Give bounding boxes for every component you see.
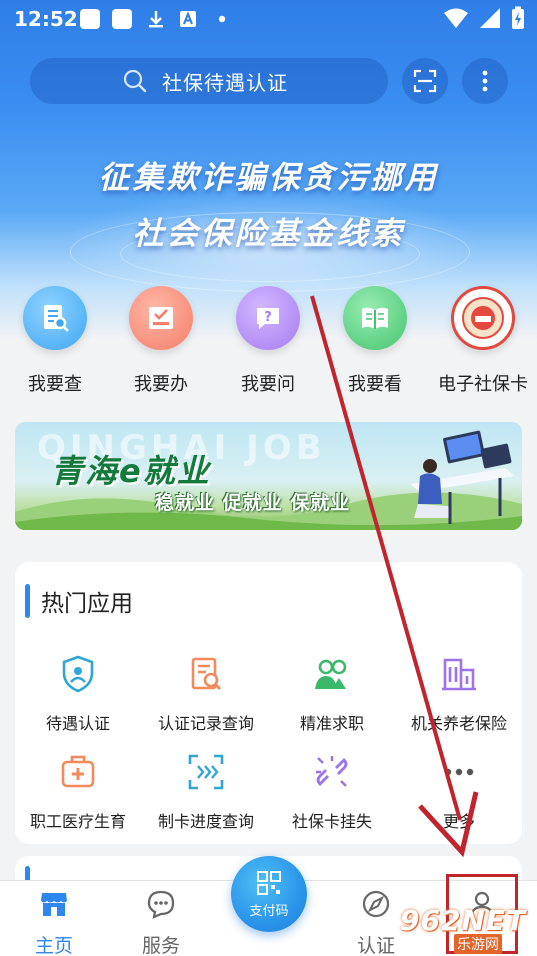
quick-action-label: 我要看: [348, 374, 402, 395]
watermark-logo: 962NET: [400, 904, 527, 937]
nav-services[interactable]: 服务: [121, 889, 201, 956]
site-watermark: 962NET 乐游网: [398, 904, 536, 954]
search-placeholder: 社保待遇认证: [162, 70, 288, 95]
more-dots-icon: [444, 768, 474, 776]
medical-kit-icon: [61, 755, 95, 788]
section-accent-bar: [25, 584, 30, 618]
quick-action-view[interactable]: 我要看: [320, 286, 430, 396]
app-medical-maternity[interactable]: 职工医疗生育: [13, 752, 143, 832]
app-card-progress-query[interactable]: 制卡进度查询: [141, 752, 271, 832]
app-label: 机关养老保险: [410, 714, 507, 733]
app-more[interactable]: 更多: [394, 752, 524, 832]
app-label: 认证记录查询: [157, 714, 254, 733]
signal-icon: [480, 8, 500, 28]
app-label: 制卡进度查询: [157, 812, 254, 831]
quick-action-label: 电子社保卡: [438, 374, 528, 395]
section-title: 热门应用: [41, 591, 133, 617]
status-right: [443, 6, 525, 30]
chat-bubble-icon: [147, 890, 175, 919]
quick-action-ecard[interactable]: 电子社保卡: [428, 286, 537, 396]
vertical-dots-icon: [482, 70, 488, 92]
quick-action-label: 我要问: [241, 374, 295, 395]
search-input[interactable]: 社保待遇认证: [30, 58, 388, 104]
app-label: 更多: [442, 812, 475, 831]
broken-link-icon: [316, 756, 348, 787]
pay-code-label: 支付码: [249, 904, 289, 919]
app-label: 精准求职: [299, 714, 364, 733]
battery-charging-icon: [512, 6, 524, 29]
building-icon: [442, 658, 476, 691]
app-job-seeking[interactable]: 精准求职: [267, 654, 397, 734]
document-search-icon: [23, 286, 87, 350]
app-label: 待遇认证: [45, 714, 110, 733]
checklist-icon: [129, 286, 193, 350]
record-search-icon: [191, 657, 221, 690]
notification-app-icon: [112, 9, 132, 29]
notification-app-icon: [80, 9, 100, 29]
dot-icon: [218, 15, 226, 23]
quick-action-label: 我要查: [28, 374, 82, 395]
nav-home[interactable]: 主页: [14, 889, 94, 956]
compass-icon: [362, 890, 390, 918]
scan-icon: [413, 69, 437, 93]
quick-actions: 我要查 我要办 ? 我要问 我要看 电子社保卡: [0, 286, 537, 396]
watermark-subtitle: 乐游网: [454, 934, 502, 954]
status-bar: 12:52: [0, 0, 537, 38]
app-label: 社保卡挂失: [291, 812, 372, 831]
shield-user-icon: [62, 655, 94, 693]
scan-progress-icon: [188, 754, 224, 790]
job-banner-subtitle: 稳就业 促就业 保就业: [155, 492, 351, 514]
pay-code-button[interactable]: 支付码: [231, 856, 307, 932]
open-book-icon: [343, 286, 407, 350]
quick-action-label: 我要办: [134, 374, 188, 395]
banner-headline-2: 社会保险基金线索: [132, 216, 405, 252]
svg-text:?: ?: [264, 310, 272, 325]
quick-action-query[interactable]: 我要查: [0, 286, 110, 396]
search-icon: [123, 69, 147, 93]
nav-label: 服务: [141, 935, 180, 956]
person-at-desk-illustration: [410, 430, 515, 524]
app-card-report-loss[interactable]: 社保卡挂失: [267, 752, 397, 832]
banner-headline-1: 征集欺诈骗保贪污挪用: [98, 160, 439, 196]
people-icon: [315, 659, 347, 689]
qr-code-icon: [257, 871, 281, 895]
hot-apps-card: 热门应用 待遇认证 认证记录查询 精准求职 机关养老保险 职工医疗生育 制卡进度…: [15, 562, 522, 844]
chat-question-icon: ?: [236, 286, 300, 350]
quick-action-handle[interactable]: 我要办: [106, 286, 216, 396]
scan-button[interactable]: [402, 58, 448, 104]
wifi-icon: [444, 8, 468, 28]
more-menu-button[interactable]: [462, 58, 508, 104]
store-home-icon: [41, 893, 67, 916]
social-security-emblem-icon: [451, 286, 515, 350]
job-banner-title: 青海e就业: [51, 452, 211, 490]
app-auth-record-query[interactable]: 认证记录查询: [141, 654, 271, 734]
quick-action-ask[interactable]: ? 我要问: [213, 286, 323, 396]
app-benefit-auth[interactable]: 待遇认证: [13, 654, 143, 734]
download-icon: [149, 11, 163, 28]
nav-label: 主页: [34, 935, 73, 956]
font-a-icon: [180, 11, 196, 27]
qinghai-job-banner[interactable]: QINGHAI JOB 青海e就业 稳就业 促就业 保就业: [15, 422, 522, 530]
app-label: 职工医疗生育: [29, 812, 126, 831]
app-institution-pension[interactable]: 机关养老保险: [394, 654, 524, 734]
status-time: 12:52: [14, 7, 78, 31]
